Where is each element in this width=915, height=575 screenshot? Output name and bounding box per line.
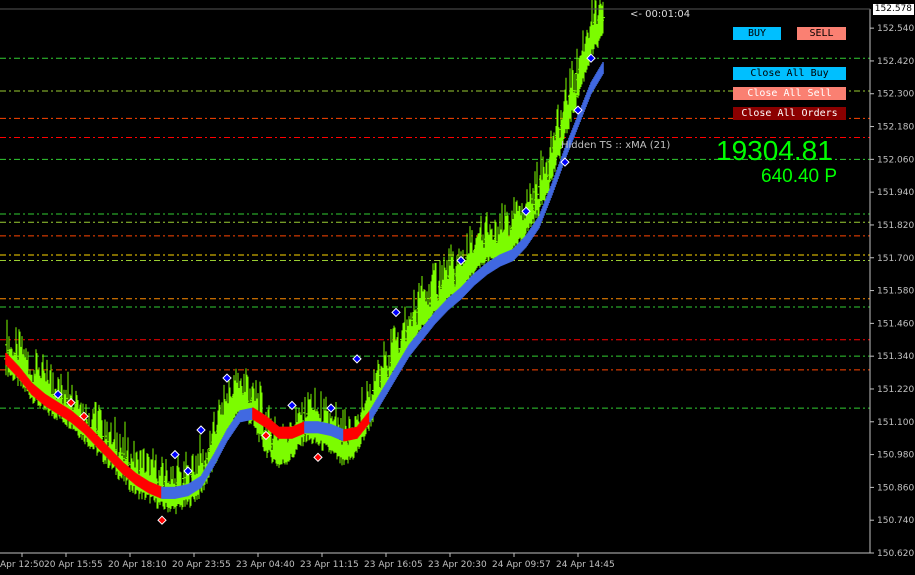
candle-timer: <- 00:01:04 [630,9,691,20]
sell-signal-marker [313,452,323,463]
indicator-label: Hidden TS :: xMA (21) [561,140,671,151]
price-tick-label: 150.860 [877,483,914,493]
profit-amount: 19304.81 [716,135,833,166]
sell-button[interactable]: SELL [797,27,846,40]
price-tick-label: 152.060 [877,155,914,165]
time-tick-label: 20 Apr 23:55 [172,560,231,570]
price-tick-label: 152.540 [877,24,914,34]
time-tick-label: 24 Apr 14:45 [556,560,615,570]
time-tick-label: 20 Apr 18:10 [108,560,167,570]
time-tick-label: 24 Apr 09:57 [492,560,551,570]
buy-signal-marker [196,425,206,435]
time-tick-label: 23 Apr 11:15 [300,560,359,570]
price-tick-label: 151.220 [877,385,914,395]
close-all-buy-button[interactable]: Close All Buy [733,67,846,80]
price-tick-label: 151.340 [877,352,914,362]
price-tick-label: 151.100 [877,418,914,428]
price-tick-label: 151.580 [877,287,914,297]
profit-points: 640.40 P [761,166,838,187]
price-tick-label: 150.620 [877,549,914,559]
price-tick-label: 151.820 [877,221,914,231]
price-tick-label: 151.460 [877,319,914,329]
time-tick-label: Apr 12:50 [0,560,45,570]
price-tick-label: 150.740 [877,516,914,526]
buy-signal-marker [222,373,232,383]
price-tick-label: 150.980 [877,451,914,461]
time-tick-label: 23 Apr 20:30 [428,560,487,570]
current-price-tag: 152.578 [872,4,914,15]
buy-button[interactable]: BUY [733,27,781,40]
close-all-sell-button[interactable]: Close All Sell [733,87,846,100]
price-tick-label: 152.300 [877,90,914,100]
price-tick-label: 151.940 [877,188,914,198]
buy-signal-marker [391,307,401,318]
sell-signal-marker [157,515,167,525]
price-tick-label: 152.180 [877,123,914,133]
buy-signal-marker [183,466,193,476]
close-all-orders-button[interactable]: Close All Orders [733,107,846,120]
time-tick-label: 20 Apr 15:55 [44,560,103,570]
time-tick-label: 23 Apr 16:05 [364,560,423,570]
price-tick-label: 151.700 [877,254,914,264]
time-tick-label: 23 Apr 04:40 [236,560,295,570]
buy-signal-marker [456,255,466,266]
price-tick-label: 152.420 [877,57,914,67]
